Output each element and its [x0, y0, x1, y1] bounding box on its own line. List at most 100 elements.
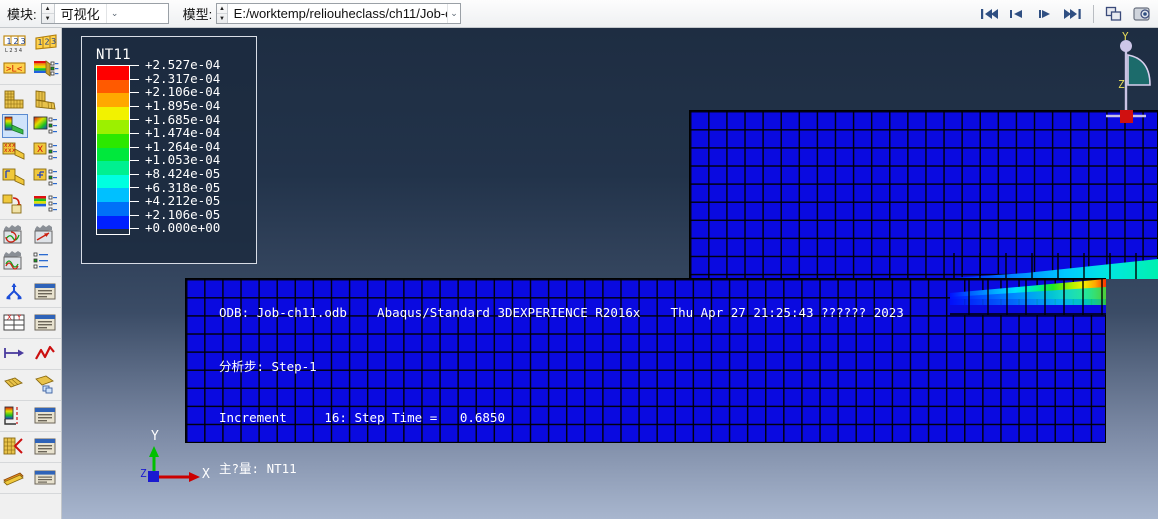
legend-tick: [130, 119, 139, 121]
animation-options-icon: [33, 252, 48, 269]
module-combobox[interactable]: ▲ ▼ 可视化 ⌄: [40, 3, 169, 24]
xy-data-manager-button[interactable]: [31, 310, 62, 336]
svg-text:1: 1: [37, 38, 42, 47]
plot-undeformed-shape-button[interactable]: [0, 87, 31, 113]
view-cut-button[interactable]: [0, 434, 31, 460]
tile-windows-button[interactable]: [1100, 1, 1128, 27]
contour-legend: NT11 +2.527e-04 +2.317e-04 +2.106e-04 +1.89…: [81, 36, 257, 264]
legend-tick: [130, 228, 139, 230]
contour-plot-icon: [2, 114, 29, 138]
probe-options-button[interactable]: [31, 279, 62, 305]
contour-plot-options-button[interactable]: [31, 113, 62, 139]
tile-windows-icon: [1105, 6, 1122, 21]
toolbox-row: [0, 222, 61, 248]
legend-tick: [130, 214, 139, 216]
animate-scale-factor-button[interactable]: [31, 222, 62, 248]
next-frame-button[interactable]: [1031, 1, 1059, 27]
probe-options-icon: [34, 283, 56, 300]
svg-text:3: 3: [51, 37, 56, 46]
toolbox-row: [0, 341, 61, 367]
model-spinner-down[interactable]: ▼: [217, 14, 226, 23]
material-orientation-options-button[interactable]: [31, 165, 62, 191]
material-orientation-options-icon: [33, 168, 57, 186]
toolbox-group-plot: 1 2 3 L 2 3 4 1 2 3 >L<: [0, 28, 61, 85]
legend-swatches: [96, 65, 130, 235]
module-value[interactable]: 可视化: [55, 4, 106, 23]
model-combobox[interactable]: ▲ ▼ E:/worktemp/reliouheclass/ch11/Job-c…: [216, 3, 462, 24]
probe-values-button[interactable]: [0, 279, 31, 305]
legend-label: +1.474e-04: [145, 125, 221, 141]
module-spinner-up[interactable]: ▲: [41, 4, 54, 14]
legend-label: +2.317e-04: [145, 70, 221, 86]
frame-navigation-group: [975, 1, 1158, 27]
plot-contours-on-deformed-button[interactable]: 1 2 3 L 2 3 4: [0, 30, 31, 56]
plot-contours-on-undeformed-icon: 1 2 3: [35, 34, 57, 50]
plot-symbols-button[interactable]: >L<: [0, 56, 31, 82]
stress-plot-button[interactable]: [0, 465, 31, 491]
previous-frame-icon: [1010, 9, 1022, 18]
last-frame-button[interactable]: [1059, 1, 1087, 27]
model-value[interactable]: E:/worktemp/reliouheclass/ch11/Job-ch11.…: [228, 4, 447, 23]
svg-text:Y: Y: [16, 314, 22, 322]
contour-options-icon: [33, 60, 59, 77]
previous-frame-button[interactable]: [1003, 1, 1031, 27]
legend-label: +1.685e-04: [145, 111, 221, 127]
odb-info-line: ODB: Job-ch11.odb Abaqus/Standard 3DEXPE…: [219, 305, 904, 320]
toolbox-group-xy: X Y: [0, 308, 61, 339]
svg-text:X: X: [37, 145, 43, 155]
display-group-button[interactable]: [0, 372, 31, 398]
create-xy-data-button[interactable]: X Y: [0, 310, 31, 336]
contour-options-button[interactable]: [31, 56, 62, 82]
symbol-plot-button[interactable]: xxx xxx: [0, 139, 31, 165]
first-frame-button[interactable]: [975, 1, 1003, 27]
color-code-options-button[interactable]: [31, 403, 62, 429]
legend-swatch: [97, 201, 129, 216]
axis-triad: Y X Z: [140, 429, 220, 497]
toolbox-row: [0, 372, 61, 398]
superimpose-plot-icon: [2, 194, 22, 214]
legend-label: +0.000e+00: [145, 220, 221, 236]
next-frame-icon: [1039, 9, 1050, 18]
superimpose-options-button[interactable]: [31, 191, 62, 217]
legend-label: +1.264e-04: [145, 138, 221, 154]
toolbox-row: [0, 191, 61, 217]
legend-swatch: [97, 147, 129, 162]
view-orientation-widget[interactable]: Y Z: [1084, 30, 1154, 142]
animate-time-history-button[interactable]: [0, 222, 31, 248]
toolbox-row: [0, 165, 61, 191]
plot-deformed-shape-button[interactable]: [31, 87, 62, 113]
plot-contours-on-undeformed-button[interactable]: 1 2 3: [31, 30, 62, 56]
color-code-button[interactable]: [0, 403, 31, 429]
toolbox-group-colorcode: [0, 401, 61, 432]
model-spinner[interactable]: ▲ ▼: [217, 4, 228, 23]
symbol-plot-options-button[interactable]: X: [31, 139, 62, 165]
increment-line: Increment 16: Step Time = 0.6850: [219, 410, 505, 425]
animate-harmonic-button[interactable]: [0, 248, 31, 274]
stress-options-button[interactable]: [31, 465, 62, 491]
superimpose-plot-button[interactable]: [0, 191, 31, 217]
odb-viewport[interactable]: NT11 +2.527e-04 +2.317e-04 +2.106e-04 +1.89…: [62, 28, 1158, 519]
toolbox-group-animation: [0, 220, 61, 277]
toolbox-row: [0, 248, 61, 274]
stress-options-icon: [34, 470, 56, 485]
create-xy-data-icon: X Y: [3, 314, 25, 331]
viewport-status-text: ODB: Job-ch11.odb Abaqus/Standard 3DEXPE…: [219, 270, 1119, 511]
svg-text:X: X: [7, 314, 12, 322]
view-cut-manager-button[interactable]: [31, 434, 62, 460]
animate-time-history-icon: [3, 225, 22, 244]
toolbox-row: 1 2 3 L 2 3 4 1 2 3: [0, 30, 61, 56]
animation-options-button[interactable]: [31, 248, 62, 274]
model-spinner-up[interactable]: ▲: [217, 4, 227, 14]
toolbox-row: xxx xxx X: [0, 139, 61, 165]
module-spinner[interactable]: ▲ ▼: [41, 4, 55, 23]
material-orientation-button[interactable]: [0, 165, 31, 191]
module-spinner-down[interactable]: ▼: [42, 14, 54, 23]
print-button[interactable]: [1128, 1, 1156, 27]
contour-plot-button[interactable]: [0, 113, 31, 139]
chevron-down-icon[interactable]: ⌄: [446, 4, 461, 23]
xy-plot-button[interactable]: [31, 341, 62, 367]
chevron-down-icon[interactable]: ⌄: [105, 4, 123, 23]
path-create-button[interactable]: [0, 341, 31, 367]
legend-label: +4.212e-05: [145, 193, 221, 209]
display-group-manager-button[interactable]: [31, 372, 62, 398]
